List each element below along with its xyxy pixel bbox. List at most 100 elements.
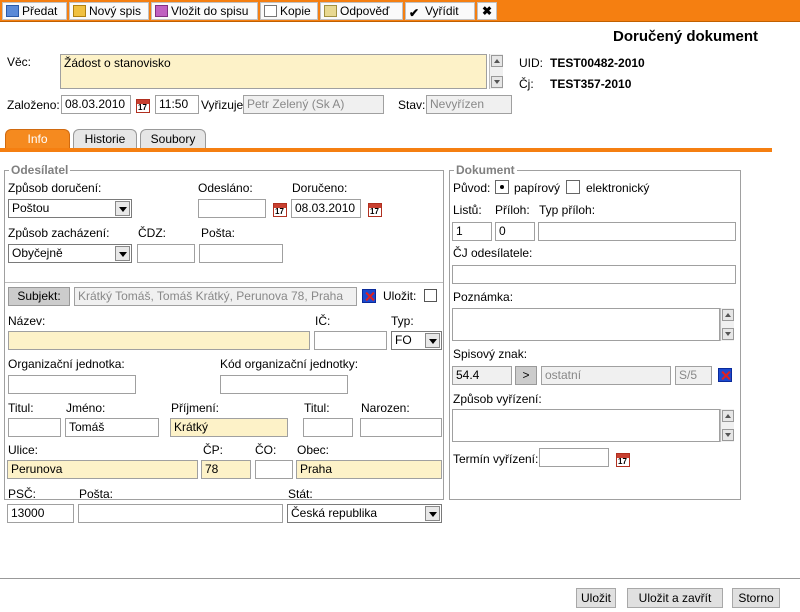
posta2-field[interactable] bbox=[78, 504, 283, 523]
typ-label: Typ: bbox=[391, 314, 414, 328]
zpusob-vyrizeni-scrollbar[interactable] bbox=[720, 409, 734, 442]
cdz-field[interactable] bbox=[137, 244, 195, 263]
scroll-down-icon[interactable] bbox=[722, 328, 734, 340]
poznamka-scrollbar[interactable] bbox=[720, 308, 734, 341]
poznamka-textarea[interactable] bbox=[452, 308, 720, 341]
uid-value: TEST00482-2010 bbox=[550, 56, 645, 70]
elektronicky-radio[interactable] bbox=[566, 180, 580, 194]
zpusob-doruceni-value: Poštou bbox=[12, 201, 50, 215]
cj-odesilatele-field[interactable] bbox=[452, 265, 736, 284]
termin-field[interactable] bbox=[539, 448, 609, 467]
ic-label: IČ: bbox=[315, 314, 331, 328]
calendar-icon[interactable] bbox=[136, 99, 150, 113]
kod-org-field[interactable] bbox=[220, 375, 348, 394]
jmeno-label: Jméno: bbox=[66, 401, 106, 415]
prijmeni-label: Příjmení: bbox=[171, 401, 220, 415]
novy-spis-label: Nový spis bbox=[89, 4, 142, 18]
scroll-up-icon[interactable] bbox=[722, 410, 734, 422]
kod-org-label: Kód organizační jednotky: bbox=[220, 357, 359, 371]
papirovy-radio[interactable] bbox=[495, 180, 509, 194]
toolbar: Předat Nový spis Vložit do spisu Kopie O… bbox=[0, 0, 800, 22]
spisovy-znak-code[interactable]: S/5 bbox=[675, 366, 712, 385]
remove-icon[interactable] bbox=[362, 289, 376, 303]
doruceno-label: Doručeno: bbox=[292, 181, 348, 195]
ulozit-zavrit-button[interactable]: Uložit a zavřít bbox=[627, 588, 723, 608]
subjekt-field[interactable]: Krátký Tomáš, Tomáš Krátký, Perunova 78,… bbox=[74, 287, 357, 306]
uid-label: UID: bbox=[519, 56, 543, 70]
doruceno-field[interactable]: 08.03.2010 bbox=[291, 199, 361, 218]
tab-historie[interactable]: Historie bbox=[73, 129, 137, 149]
folder-icon bbox=[73, 5, 86, 17]
odpoved-button[interactable]: Odpověď bbox=[320, 2, 403, 20]
zpusob-vyrizeni-label: Způsob vyřízení: bbox=[453, 392, 542, 406]
zpusob-doruceni-select[interactable]: Poštou bbox=[8, 199, 132, 218]
zalozeno-time-field[interactable]: 11:50 bbox=[155, 95, 199, 114]
calendar-icon[interactable] bbox=[616, 453, 630, 467]
remove-icon[interactable] bbox=[718, 368, 732, 382]
co-label: ČO: bbox=[255, 443, 277, 457]
tab-info[interactable]: Info bbox=[5, 129, 70, 149]
zalozeno-date-field[interactable]: 08.03.2010 bbox=[61, 95, 131, 114]
zpusob-vyrizeni-textarea[interactable] bbox=[452, 409, 720, 442]
zalozeno-label: Založeno: bbox=[7, 98, 60, 112]
typ-select[interactable]: FO bbox=[391, 331, 442, 350]
posta-field[interactable] bbox=[199, 244, 283, 263]
scroll-down-icon[interactable] bbox=[722, 429, 734, 441]
ulozit-button[interactable]: Uložit bbox=[576, 588, 616, 608]
vyridit-button[interactable]: ✔ Vyřídit bbox=[405, 2, 475, 20]
obec-field[interactable]: Praha bbox=[296, 460, 442, 479]
org-jednotka-field[interactable] bbox=[8, 375, 136, 394]
titul2-field[interactable] bbox=[303, 418, 353, 437]
ulice-field[interactable]: Perunova bbox=[7, 460, 198, 479]
stav-field[interactable]: Nevyřízen bbox=[426, 95, 512, 114]
cj-label: Čj: bbox=[519, 77, 534, 91]
ulozit-checkbox[interactable] bbox=[424, 289, 437, 302]
subjekt-button[interactable]: Subjekt: bbox=[8, 287, 70, 306]
scroll-up-icon[interactable] bbox=[722, 309, 734, 321]
spisovy-znak-text[interactable]: ostatní bbox=[541, 366, 671, 385]
zpusob-zachazeni-select[interactable]: Obyčejně bbox=[8, 244, 132, 263]
nazev-label: Název: bbox=[8, 314, 46, 328]
odpoved-label: Odpověď bbox=[340, 4, 390, 18]
calendar-icon[interactable] bbox=[273, 203, 287, 217]
chevron-down-icon bbox=[425, 506, 440, 521]
prijmeni-field[interactable]: Krátký bbox=[170, 418, 288, 437]
storno-button[interactable]: Storno bbox=[732, 588, 780, 608]
cp-label: ČP: bbox=[203, 443, 224, 457]
typ-priloh-field[interactable] bbox=[538, 222, 736, 241]
vyrizuje-field[interactable]: Petr Zelený (Sk A) bbox=[243, 95, 384, 114]
predat-button[interactable]: Předat bbox=[2, 2, 67, 20]
dokument-legend: Dokument bbox=[454, 163, 517, 177]
close-button[interactable]: ✖ bbox=[477, 2, 497, 20]
scroll-down-icon[interactable] bbox=[491, 76, 503, 88]
narozen-field[interactable] bbox=[360, 418, 442, 437]
vec-scrollbar[interactable] bbox=[489, 54, 503, 89]
tab-soubory[interactable]: Soubory bbox=[140, 129, 206, 149]
ic-field[interactable] bbox=[314, 331, 387, 350]
vlozit-do-spisu-button[interactable]: Vložit do spisu bbox=[151, 2, 258, 20]
calendar-icon[interactable] bbox=[368, 203, 382, 217]
scroll-up-icon[interactable] bbox=[491, 55, 503, 67]
vec-textarea[interactable]: Žádost o stanovisko bbox=[60, 54, 487, 89]
cdz-label: ČDZ: bbox=[138, 226, 166, 240]
chevron-down-icon bbox=[115, 201, 130, 216]
psc-field[interactable]: 13000 bbox=[7, 504, 74, 523]
psc-label: PSČ: bbox=[8, 487, 37, 501]
co-field[interactable] bbox=[255, 460, 293, 479]
spisovy-znak-field[interactable]: 54.4 bbox=[452, 366, 512, 385]
transfer-icon bbox=[6, 5, 19, 17]
stat-label: Stát: bbox=[288, 487, 313, 501]
stat-value: Česká republika bbox=[291, 506, 378, 520]
nazev-field[interactable] bbox=[8, 331, 310, 350]
listu-field[interactable]: 1 bbox=[452, 222, 492, 241]
stat-select[interactable]: Česká republika bbox=[287, 504, 442, 523]
odesilatel-legend: Odesílatel bbox=[9, 163, 71, 177]
titul-field[interactable] bbox=[8, 418, 61, 437]
priloh-field[interactable]: 0 bbox=[495, 222, 535, 241]
novy-spis-button[interactable]: Nový spis bbox=[69, 2, 149, 20]
spisovy-znak-select-button[interactable]: > bbox=[515, 366, 537, 385]
kopie-button[interactable]: Kopie bbox=[260, 2, 318, 20]
cp-field[interactable]: 78 bbox=[201, 460, 251, 479]
jmeno-field[interactable]: Tomáš bbox=[65, 418, 159, 437]
odeslano-field[interactable] bbox=[198, 199, 266, 218]
